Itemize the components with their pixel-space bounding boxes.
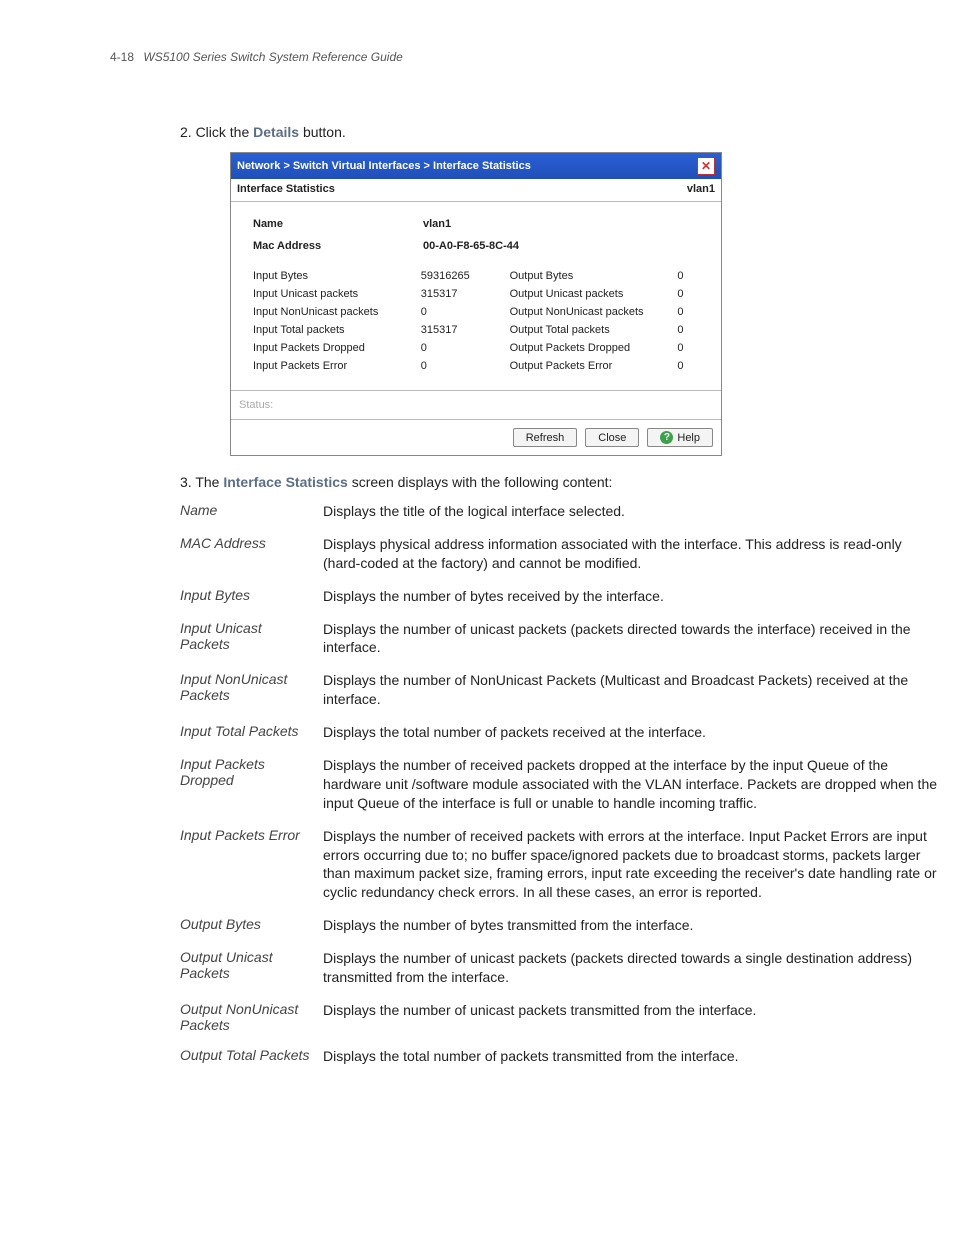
definition-text: Displays the title of the logical interf… xyxy=(323,502,940,521)
close-button[interactable]: Close xyxy=(585,428,639,447)
name-value: vlan1 xyxy=(423,218,451,230)
definition-row: Input Packets ErrorDisplays the number o… xyxy=(180,827,940,903)
page-number: 4-18 xyxy=(110,50,134,64)
stat-row: Input NonUnicast packets0Output NonUnica… xyxy=(253,306,707,318)
definition-text: Displays physical address information as… xyxy=(323,535,940,573)
step-3: 3. The Interface Statistics screen displ… xyxy=(180,474,884,490)
dialog-subtitle: Interface Statistics vlan1 xyxy=(231,179,721,202)
refresh-button[interactable]: Refresh xyxy=(513,428,578,447)
stat-value: 0 xyxy=(677,270,707,282)
definition-row: Input Total PacketsDisplays the total nu… xyxy=(180,723,940,742)
breadcrumb: Network > Switch Virtual Interfaces > In… xyxy=(237,160,531,172)
stat-row: Input Packets Dropped0Output Packets Dro… xyxy=(253,342,707,354)
stat-value: 315317 xyxy=(421,288,510,300)
definition-term: Input Packets Error xyxy=(180,827,323,903)
status-label: Status: xyxy=(239,399,273,411)
stat-row: Input Unicast packets315317Output Unicas… xyxy=(253,288,707,300)
stat-row: Input Packets Error0Output Packets Error… xyxy=(253,360,707,372)
stat-label: Input Bytes xyxy=(253,270,421,282)
definition-text: Displays the number of NonUnicast Packet… xyxy=(323,671,940,709)
stat-label: Output Packets Error xyxy=(510,360,678,372)
definition-term: Input NonUnicast Packets xyxy=(180,671,323,709)
definition-row: Input Unicast PacketsDisplays the number… xyxy=(180,620,940,658)
stat-label: Input Unicast packets xyxy=(253,288,421,300)
stat-label: Output NonUnicast packets xyxy=(510,306,678,318)
help-icon: ? xyxy=(660,431,673,444)
definition-term: Output Total Packets xyxy=(180,1047,323,1066)
stat-value: 0 xyxy=(677,306,707,318)
definition-term: MAC Address xyxy=(180,535,323,573)
stat-value: 0 xyxy=(677,324,707,336)
subtitle-left: Interface Statistics xyxy=(237,183,335,195)
stat-label: Input Packets Dropped xyxy=(253,342,421,354)
dialog-buttons: Refresh Close ?Help xyxy=(231,419,721,455)
step-2: 2. Click the Details button. xyxy=(180,124,884,140)
definition-text: Displays the number of bytes received by… xyxy=(323,587,940,606)
status-area: Status: xyxy=(231,390,721,419)
stat-value: 59316265 xyxy=(421,270,510,282)
help-button[interactable]: ?Help xyxy=(647,428,713,447)
definition-text: Displays the number of unicast packets (… xyxy=(323,949,940,987)
definition-term: Name xyxy=(180,502,323,521)
definition-text: Displays the number of bytes transmitted… xyxy=(323,916,940,935)
definition-term: Input Unicast Packets xyxy=(180,620,323,658)
definition-text: Displays the number of received packets … xyxy=(323,827,940,903)
definition-text: Displays the total number of packets rec… xyxy=(323,723,940,742)
definition-row: Output NonUnicast PacketsDisplays the nu… xyxy=(180,1001,940,1033)
definition-term: Output Unicast Packets xyxy=(180,949,323,987)
definition-term: Input Packets Dropped xyxy=(180,756,323,813)
definition-row: NameDisplays the title of the logical in… xyxy=(180,502,940,521)
stat-label: Input Packets Error xyxy=(253,360,421,372)
definition-text: Displays the number of received packets … xyxy=(323,756,940,813)
interface-statistics-dialog: Network > Switch Virtual Interfaces > In… xyxy=(230,152,722,456)
stat-label: Output Bytes xyxy=(510,270,678,282)
definition-text: Displays the number of unicast packets t… xyxy=(323,1001,940,1033)
definition-row: Output Total PacketsDisplays the total n… xyxy=(180,1047,940,1066)
name-label: Name xyxy=(253,218,423,230)
stat-label: Input Total packets xyxy=(253,324,421,336)
definition-row: Input NonUnicast PacketsDisplays the num… xyxy=(180,671,940,709)
dialog-titlebar: Network > Switch Virtual Interfaces > In… xyxy=(231,153,721,179)
definition-term: Input Total Packets xyxy=(180,723,323,742)
mac-label: Mac Address xyxy=(253,240,423,252)
definition-term: Output Bytes xyxy=(180,916,323,935)
subtitle-right: vlan1 xyxy=(687,183,715,195)
stat-value: 0 xyxy=(421,306,510,318)
definition-term: Input Bytes xyxy=(180,587,323,606)
stat-row: Input Total packets315317Output Total pa… xyxy=(253,324,707,336)
definition-row: MAC AddressDisplays physical address inf… xyxy=(180,535,940,573)
definition-row: Output BytesDisplays the number of bytes… xyxy=(180,916,940,935)
stat-value: 0 xyxy=(677,360,707,372)
stat-label: Input NonUnicast packets xyxy=(253,306,421,318)
doc-title: WS5100 Series Switch System Reference Gu… xyxy=(143,50,402,64)
definition-term: Output NonUnicast Packets xyxy=(180,1001,323,1033)
interface-statistics-keyword: Interface Statistics xyxy=(223,474,348,490)
definition-text: Displays the total number of packets tra… xyxy=(323,1047,940,1066)
details-keyword: Details xyxy=(253,124,299,140)
page-header: 4-18 WS5100 Series Switch System Referen… xyxy=(110,50,884,64)
definition-row: Input BytesDisplays the number of bytes … xyxy=(180,587,940,606)
definition-table: NameDisplays the title of the logical in… xyxy=(180,502,940,1066)
stat-label: Output Unicast packets xyxy=(510,288,678,300)
stat-value: 315317 xyxy=(421,324,510,336)
mac-value: 00-A0-F8-65-8C-44 xyxy=(423,240,519,252)
stat-value: 0 xyxy=(421,360,510,372)
definition-row: Input Packets DroppedDisplays the number… xyxy=(180,756,940,813)
stat-value: 0 xyxy=(677,342,707,354)
close-icon[interactable]: ✕ xyxy=(697,157,715,175)
stat-value: 0 xyxy=(421,342,510,354)
dialog-body: Name vlan1 Mac Address 00-A0-F8-65-8C-44… xyxy=(231,202,721,390)
stat-label: Output Total packets xyxy=(510,324,678,336)
stat-label: Output Packets Dropped xyxy=(510,342,678,354)
definition-text: Displays the number of unicast packets (… xyxy=(323,620,940,658)
stat-value: 0 xyxy=(677,288,707,300)
stat-row: Input Bytes59316265Output Bytes0 xyxy=(253,270,707,282)
definition-row: Output Unicast PacketsDisplays the numbe… xyxy=(180,949,940,987)
